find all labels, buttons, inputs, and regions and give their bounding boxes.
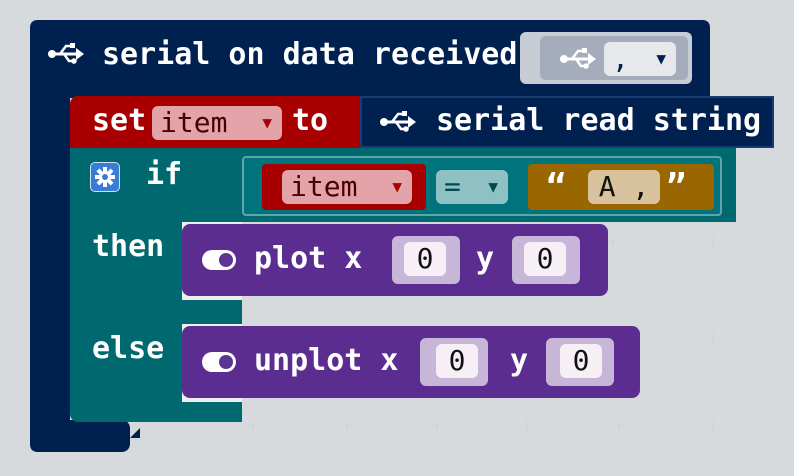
string-value: A , — [598, 170, 650, 203]
close-quote: ” — [666, 167, 687, 207]
plot-label: plot x — [254, 241, 363, 276]
usb-icon — [560, 48, 596, 69]
unplot-y-label: y — [510, 343, 529, 378]
open-quote: “ — [546, 167, 567, 207]
else-label: else — [92, 331, 165, 366]
compare-variable-dropdown[interactable]: item ▼ — [282, 170, 412, 204]
compare-variable-name: item — [290, 170, 358, 203]
delimiter-value: , — [612, 42, 629, 75]
then-label: then — [92, 229, 165, 264]
toggle-icon — [202, 250, 236, 270]
event-label: serial on data received — [102, 37, 518, 72]
chevron-down-icon: ▼ — [262, 113, 272, 132]
toggle-icon — [202, 352, 236, 372]
if-label: if — [146, 157, 183, 192]
to-label: to — [292, 103, 329, 138]
operator-dropdown[interactable]: = ▼ — [436, 170, 508, 204]
plot-x-field[interactable]: 0 — [404, 242, 446, 276]
delimiter-value-field[interactable]: , ▼ — [604, 42, 676, 76]
string-value-field[interactable]: A , — [588, 170, 660, 204]
set-keyword: set — [92, 103, 147, 138]
serial-read-string-label: serial read string — [436, 103, 762, 138]
usb-icon — [380, 111, 416, 132]
unplot-y-field[interactable]: 0 — [560, 344, 602, 378]
plot-x-value: 0 — [416, 242, 434, 275]
unplot-x-value: 0 — [448, 344, 466, 377]
gear-icon[interactable] — [90, 162, 120, 192]
usb-icon — [48, 43, 84, 64]
chevron-down-icon: ▼ — [656, 49, 666, 68]
set-variable-dropdown[interactable]: item ▼ — [152, 106, 282, 140]
unplot-label: unplot x — [254, 343, 399, 378]
set-variable-name: item — [160, 106, 228, 139]
chevron-down-icon: ▼ — [488, 177, 498, 196]
plot-y-field[interactable]: 0 — [524, 242, 566, 276]
plot-y-label: y — [476, 241, 495, 276]
chevron-down-icon: ▼ — [392, 177, 402, 196]
operator-value: = — [444, 170, 461, 203]
unplot-x-field[interactable]: 0 — [436, 344, 478, 378]
plot-y-value: 0 — [536, 242, 554, 275]
unplot-y-value: 0 — [572, 344, 590, 377]
